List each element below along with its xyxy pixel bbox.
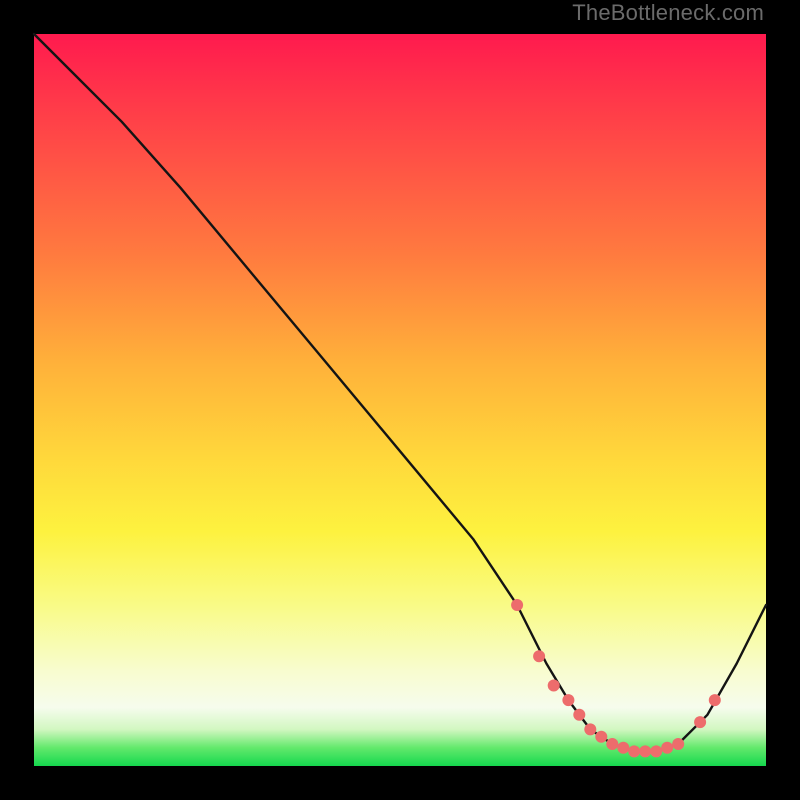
plot-area bbox=[34, 34, 766, 766]
highlight-dot bbox=[694, 716, 706, 728]
curve-svg bbox=[34, 34, 766, 766]
watermark-text: TheBottleneck.com bbox=[572, 0, 764, 26]
chart-frame: TheBottleneck.com bbox=[0, 0, 800, 800]
highlight-dot bbox=[595, 731, 607, 743]
highlight-dot bbox=[650, 745, 662, 757]
highlight-dot bbox=[548, 680, 560, 692]
highlight-dot bbox=[617, 742, 629, 754]
bottleneck-curve bbox=[34, 34, 766, 751]
highlight-dot bbox=[628, 745, 640, 757]
highlight-dot bbox=[672, 738, 684, 750]
highlight-dot bbox=[533, 650, 545, 662]
highlight-dot bbox=[584, 723, 596, 735]
highlight-dot bbox=[562, 694, 574, 706]
highlight-dot bbox=[709, 694, 721, 706]
highlight-dot bbox=[606, 738, 618, 750]
highlight-dot bbox=[573, 709, 585, 721]
highlight-dot bbox=[661, 742, 673, 754]
highlight-dot bbox=[639, 745, 651, 757]
highlight-dot bbox=[511, 599, 523, 611]
